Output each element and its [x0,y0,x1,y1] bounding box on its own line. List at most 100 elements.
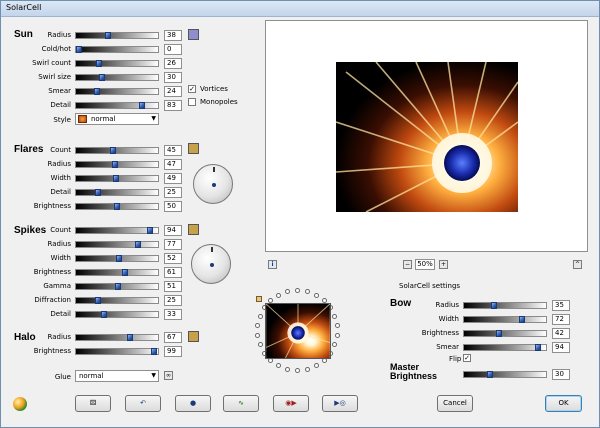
param-slider[interactable] [75,269,159,276]
style-select[interactable]: normal ▼ [75,113,159,125]
play-button[interactable]: ▶◎ [322,395,358,412]
slider-thumb-icon[interactable] [147,227,153,234]
spikes-rotation-dial[interactable] [191,244,231,284]
slider-thumb-icon[interactable] [139,102,145,109]
param-slider[interactable] [75,241,159,248]
ring-dot-icon[interactable] [258,314,263,319]
zoom-out-button[interactable]: − [403,260,412,269]
ring-dot-icon[interactable] [295,288,300,293]
param-slider[interactable] [75,46,159,53]
slider-thumb-icon[interactable] [122,269,128,276]
slider-thumb-icon[interactable] [99,74,105,81]
ring-dot-icon[interactable] [255,323,260,328]
slider-thumb-icon[interactable] [113,175,119,182]
slider-thumb-icon[interactable] [110,147,116,154]
param-slider[interactable] [75,255,159,262]
ring-dot-icon[interactable] [332,314,337,319]
param-value[interactable]: 30 [164,72,182,83]
slider-thumb-icon[interactable] [487,371,493,378]
slider-thumb-icon[interactable] [135,241,141,248]
slider-thumb-icon[interactable] [105,32,111,39]
param-slider[interactable] [75,102,159,109]
ring-dot-icon[interactable] [285,367,290,372]
navigator-handle-icon[interactable] [256,296,262,302]
param-slider[interactable] [75,74,159,81]
ring-dot-icon[interactable] [258,342,263,347]
ring-dot-icon[interactable] [295,368,300,373]
param-slider[interactable] [75,348,159,355]
monopoles-checkbox[interactable] [188,98,196,106]
glue-select[interactable]: normal ▼ [75,370,159,382]
ring-dot-icon[interactable] [255,333,260,338]
param-value[interactable]: 24 [164,86,182,97]
param-slider[interactable] [75,283,159,290]
slider-thumb-icon[interactable] [491,302,497,309]
ring-dot-icon[interactable] [332,342,337,347]
param-value[interactable]: 35 [552,300,570,311]
slider-thumb-icon[interactable] [95,297,101,304]
glue-link-icon[interactable]: ∞ [164,371,173,380]
undo-button[interactable]: ↶ [125,395,161,412]
param-slider[interactable] [75,297,159,304]
param-value[interactable]: 94 [164,225,182,236]
wave-button[interactable]: ∿ [223,395,259,412]
slider-thumb-icon[interactable] [151,348,157,355]
ring-dot-icon[interactable] [335,333,340,338]
param-value[interactable]: 50 [164,201,182,212]
slider-thumb-icon[interactable] [535,344,541,351]
slider-thumb-icon[interactable] [116,255,122,262]
collapse-up-icon[interactable]: ^ [573,260,582,269]
param-value[interactable]: 49 [164,173,182,184]
param-slider[interactable] [75,311,159,318]
param-slider[interactable] [463,344,547,351]
master-brightness-slider[interactable] [463,371,547,378]
ring-dot-icon[interactable] [335,323,340,328]
param-value[interactable]: 26 [164,58,182,69]
param-slider[interactable] [75,203,159,210]
param-slider[interactable] [463,316,547,323]
sun-color-swatch[interactable] [188,29,199,40]
cancel-button[interactable]: Cancel [437,395,473,412]
param-value[interactable]: 77 [164,239,182,250]
param-value[interactable]: 61 [164,267,182,278]
param-slider[interactable] [463,330,547,337]
param-value[interactable]: 67 [164,332,182,343]
param-value[interactable]: 25 [164,187,182,198]
flares-rotation-dial[interactable] [193,164,233,204]
slider-thumb-icon[interactable] [76,46,82,53]
halo-color-swatch[interactable] [188,331,199,342]
param-value[interactable]: 33 [164,309,182,320]
slider-thumb-icon[interactable] [496,330,502,337]
param-slider[interactable] [75,175,159,182]
param-value[interactable]: 94 [552,342,570,353]
slider-thumb-icon[interactable] [95,189,101,196]
param-slider[interactable] [75,227,159,234]
flares-color-swatch[interactable] [188,143,199,154]
info-icon[interactable]: i [268,260,277,269]
ring-dot-icon[interactable] [305,289,310,294]
navigator-thumbnail[interactable] [265,303,331,359]
master-brightness-value[interactable]: 30 [552,369,570,380]
param-value[interactable]: 72 [552,314,570,325]
param-value[interactable]: 47 [164,159,182,170]
param-value[interactable]: 83 [164,100,182,111]
slider-thumb-icon[interactable] [94,88,100,95]
param-value[interactable]: 45 [164,145,182,156]
ring-dot-icon[interactable] [285,289,290,294]
slider-thumb-icon[interactable] [519,316,525,323]
reset-button[interactable]: ● [175,395,211,412]
slider-thumb-icon[interactable] [112,161,118,168]
ring-dot-icon[interactable] [314,293,319,298]
param-slider[interactable] [75,147,159,154]
random-dice-button[interactable]: ⚄ [75,395,111,412]
param-value[interactable]: 52 [164,253,182,264]
slider-thumb-icon[interactable] [96,60,102,67]
param-value[interactable]: 99 [164,346,182,357]
param-value[interactable]: 0 [164,44,182,55]
ring-dot-icon[interactable] [276,293,281,298]
render-button[interactable]: ◉▶ [273,395,309,412]
param-slider[interactable] [75,60,159,67]
zoom-in-button[interactable]: + [439,260,448,269]
param-slider[interactable] [75,32,159,39]
param-slider[interactable] [75,189,159,196]
